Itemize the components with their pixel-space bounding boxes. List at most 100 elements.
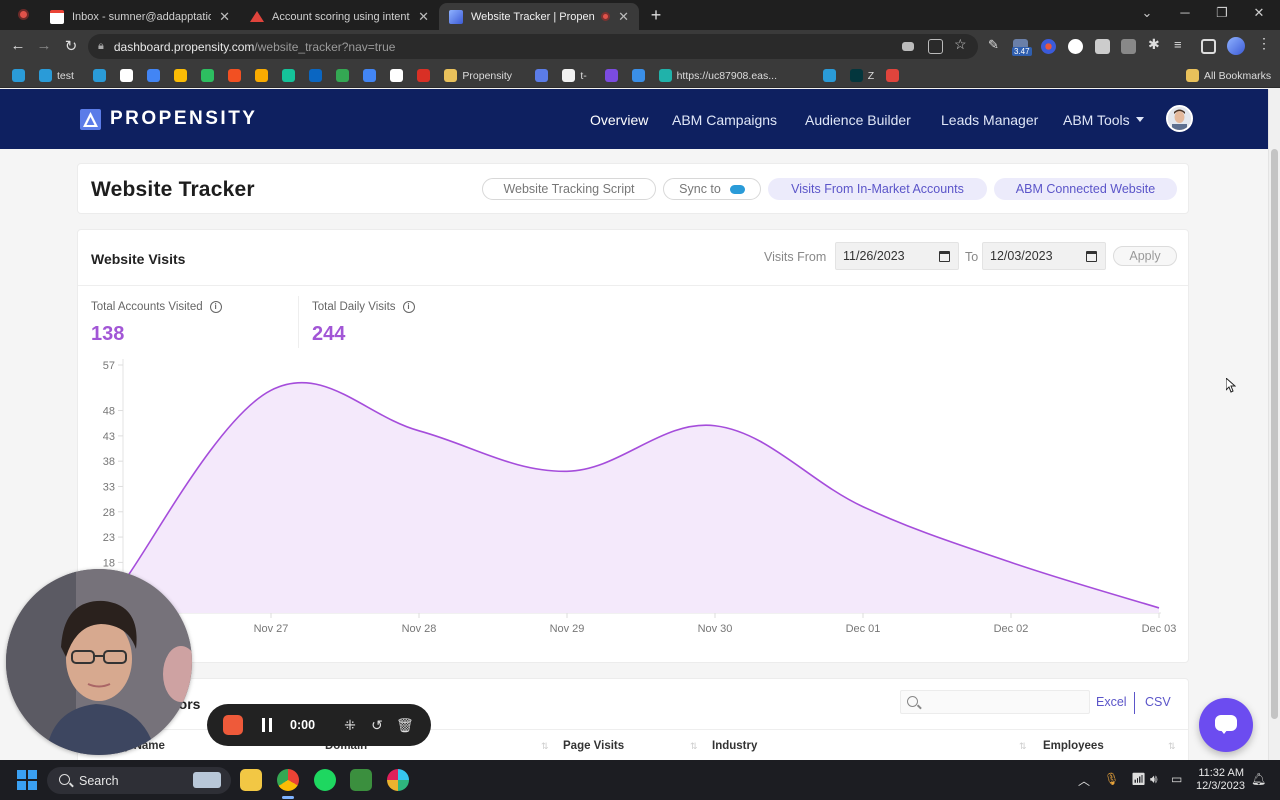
user-avatar[interactable] [1166,105,1193,132]
camera-icon[interactable] [902,42,914,51]
tab-website-tracker[interactable]: Website Tracker | Propensity ✕ [439,3,639,30]
bookmark-item[interactable] [822,68,836,83]
bookmark-item[interactable] [174,68,188,83]
tab-search-icon[interactable]: ⌄ [1132,5,1162,21]
spreadsheet-app-icon[interactable] [350,769,372,791]
taskbar-clock[interactable]: 11:32 AM 12/3/2023 [1196,767,1245,793]
restore-button[interactable]: ❐ [1207,5,1237,21]
bookmark-item[interactable] [120,68,134,83]
new-tab-button[interactable]: + [646,5,666,26]
pen-icon[interactable]: ✎ [988,37,1003,52]
bookmark-item[interactable] [282,68,296,83]
bookmark-item[interactable] [417,68,431,83]
bookmark-item[interactable] [201,68,215,83]
nav-overview[interactable]: Overview [590,112,648,128]
abm-connected-website-button[interactable]: ABM Connected Website [994,178,1177,200]
extensions-puzzle-icon[interactable]: ✱ [1148,36,1163,52]
bookmark-star-icon[interactable]: ☆ [954,36,969,52]
page-scrollbar[interactable] [1268,89,1280,760]
profile-avatar-icon[interactable] [1227,37,1245,55]
column-page-visits[interactable]: Page Visits [563,740,624,752]
nav-abm-campaigns[interactable]: ABM Campaigns [672,112,777,128]
sort-icon[interactable]: ⇅ [1019,741,1027,752]
bookmark-item[interactable] [147,68,161,83]
reload-button[interactable]: ↻ [61,37,81,55]
bookmark-label: Propensity [462,69,512,82]
bookmark-item[interactable] [336,68,350,83]
tab-account-scoring[interactable]: Account scoring using intent dat ✕ [240,3,439,30]
tab-gmail-inbox[interactable]: Inbox - sumner@addapptation.c ✕ [40,3,240,30]
calendar-icon [147,69,161,82]
export-excel-link[interactable]: Excel [1096,695,1127,709]
minimize-button[interactable]: ─ [1170,5,1200,20]
screenshot-icon[interactable] [1095,39,1110,54]
bookmark-item[interactable]: https://uc87908.eas... [658,68,777,83]
spotify-icon[interactable] [314,769,336,791]
bookmark-item[interactable] [604,68,618,83]
chrome-icon[interactable] [277,769,299,799]
nav-abm-tools[interactable]: ABM Tools [1063,112,1144,128]
all-bookmarks-folder[interactable]: All Bookmarks [1186,68,1271,83]
stop-recording-button[interactable] [223,715,243,735]
bookmark-item[interactable] [12,68,25,83]
bookmark-item[interactable] [309,68,323,83]
in-market-visits-button[interactable]: Visits From In-Market Accounts [768,178,987,200]
bookmark-item[interactable] [631,68,645,83]
extension-star-icon[interactable] [1041,39,1056,54]
close-tab-icon[interactable]: ✕ [410,9,429,25]
bookmark-item[interactable] [255,68,269,83]
extension-grey-icon[interactable] [1121,39,1136,54]
share-icon[interactable] [928,39,943,54]
slack-icon[interactable] [387,769,409,791]
sync-to-salesforce-button[interactable]: Sync to [663,178,761,200]
bookmark-item[interactable]: test [39,68,74,83]
back-button[interactable]: ← [8,37,28,54]
battery-icon[interactable]: ▭ [1171,772,1182,786]
bookmark-item[interactable]: Z [849,68,874,83]
close-tab-icon[interactable]: ✕ [211,9,230,25]
column-industry[interactable]: Industry [712,740,757,752]
sort-icon[interactable]: ⇅ [690,741,698,752]
webcam-overlay[interactable] [6,569,192,755]
sort-icon[interactable]: ⇅ [541,741,549,752]
browser-menu-icon[interactable]: ⋮ [1257,35,1272,51]
extension-circle-icon[interactable] [1068,39,1083,54]
bookmark-item[interactable] [535,68,549,83]
microphone-icon[interactable]: 🎙︎ [1104,772,1119,786]
close-window-button[interactable]: ✕ [1244,5,1274,21]
bookmark-item[interactable] [885,68,899,83]
address-bar[interactable]: 🔒︎ dashboard.propensity.com/website_trac… [88,34,978,59]
bookmark-item[interactable] [93,68,107,83]
website-tracking-script-button[interactable]: Website Tracking Script [482,178,656,200]
wifi-icon[interactable]: 📶︎ [1131,772,1146,786]
close-tab-icon[interactable]: ✕ [610,9,629,25]
column-employees[interactable]: Employees [1043,740,1104,752]
visitors-search-input[interactable] [900,690,1090,714]
propensity-logo[interactable]: PROPENSITY [80,108,257,130]
chat-widget-button[interactable] [1199,698,1253,752]
windows-start-button[interactable] [17,770,37,790]
scrollbar-thumb[interactable] [1271,149,1278,719]
bookmark-item[interactable] [228,68,242,83]
drag-grid-icon[interactable]: ⁜ [342,717,358,734]
pause-recording-button[interactable] [262,718,272,732]
nav-audience-builder[interactable]: Audience Builder [805,112,911,128]
bookmark-item[interactable]: t- [562,68,587,83]
forward-button[interactable]: → [34,37,54,54]
export-csv-link[interactable]: CSV [1145,695,1171,709]
sort-icon[interactable]: ⇅ [1168,741,1176,752]
restart-recording-icon[interactable]: ↺ [369,717,385,734]
bookmark-item[interactable] [390,68,404,83]
nav-leads-manager[interactable]: Leads Manager [941,112,1038,128]
bookmark-item[interactable] [363,68,377,83]
file-explorer-icon[interactable] [240,769,262,791]
media-queue-icon[interactable]: ≡ [1174,37,1189,52]
lock-icon[interactable]: 🔒︎ [98,40,104,53]
bookmark-item[interactable]: Propensity [444,68,512,83]
volume-icon[interactable]: 🔊︎ [1150,772,1158,787]
notifications-icon[interactable]: 🔔︎ [1251,772,1266,786]
delete-recording-icon[interactable]: 🗑︎ [396,717,414,734]
show-hidden-icons[interactable]: ︿ [1078,772,1090,789]
taskbar-search-box[interactable]: Search [47,767,231,794]
side-panel-icon[interactable] [1201,39,1216,54]
